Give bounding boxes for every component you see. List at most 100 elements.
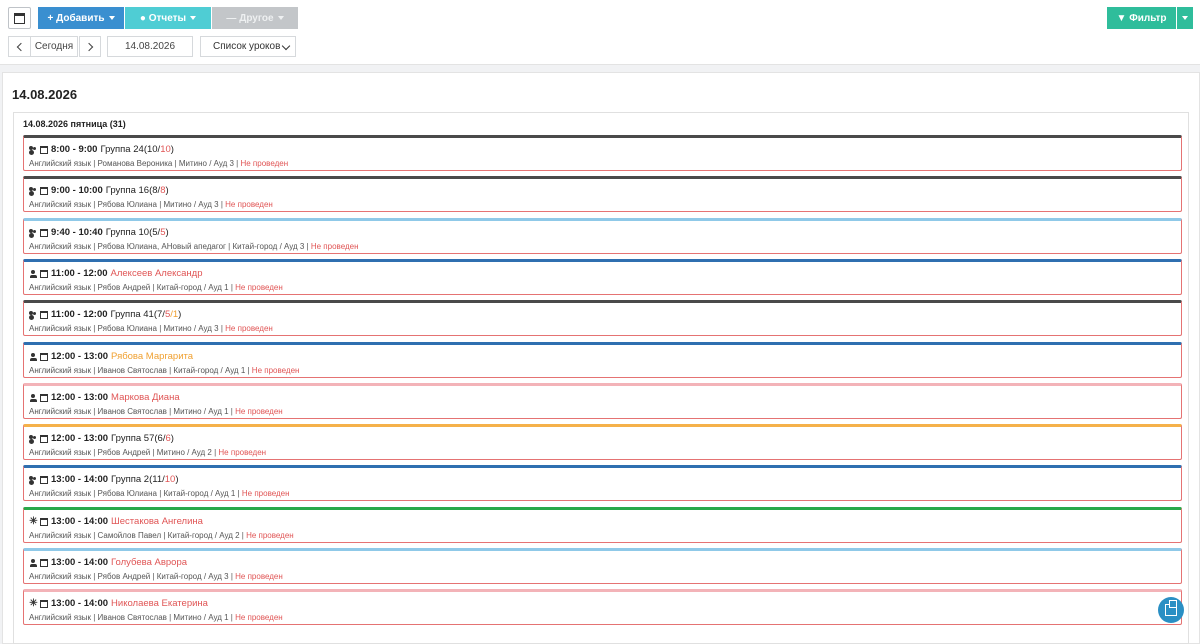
lesson-card[interactable]: 8:00 - 9:00 Группа 24 (10/10) Английский я… [23, 135, 1182, 171]
lesson-card[interactable]: 12:00 - 13:00 Рябова Маргарита Английский … [23, 342, 1182, 378]
next-day-button[interactable] [79, 36, 101, 57]
lesson-details-line: Английский язык | Рябов Андрей | Китай-г… [29, 283, 283, 292]
lesson-time: 12:00 - 13:00 [51, 433, 109, 444]
lesson-details: Английский язык | Рябова Юлиана | Китай-… [29, 489, 242, 498]
add-button[interactable]: + Добавить [38, 7, 124, 29]
calendar-icon [40, 145, 48, 154]
view-select-value: Список уроков [213, 41, 281, 52]
lesson-count-close: ) [178, 309, 182, 320]
lesson-status: Не проведен [310, 242, 359, 251]
lesson-title-line: 9:00 - 10:00 Группа 16 (8/8) [29, 185, 169, 196]
lesson-card[interactable]: 13:00 - 14:00 Голубева Аврора Английский я… [23, 548, 1182, 584]
chat-widget-button[interactable] [1158, 597, 1184, 623]
lesson-details: Английский язык | Иванов Святослав | Мит… [29, 407, 236, 416]
calendar-icon [40, 393, 48, 402]
add-button-label: Добавить [56, 12, 105, 24]
lesson-time: 11:00 - 12:00 [51, 309, 108, 320]
lesson-details: Английский язык | Самойлов Павел | Китай… [29, 531, 247, 540]
lesson-details-line: Английский язык | Рябова Юлиана | Митино… [29, 200, 273, 209]
lesson-status: Не проведен [251, 366, 300, 375]
lesson-details-line: Английский язык | Иванов Святослав | Кит… [29, 366, 299, 375]
lesson-count-open: (11/ [149, 474, 165, 485]
lesson-card[interactable]: 9:00 - 10:00 Группа 16 (8/8) Английский яз… [23, 176, 1182, 212]
lesson-status: Не проведен [235, 613, 283, 622]
lesson-card[interactable]: 9:40 - 10:40 Группа 10 (5/5) Английский яз… [23, 218, 1182, 254]
filter-dropdown-button[interactable] [1177, 7, 1193, 29]
caret-down-icon [190, 16, 197, 20]
lesson-time: 11:00 - 12:00 [51, 268, 108, 279]
lesson-time: 13:00 - 14:00 [51, 598, 109, 609]
page-title: 14.08.2026 [12, 87, 78, 102]
lesson-name[interactable]: Группа 57 [111, 433, 154, 444]
chart-icon: ● [139, 12, 149, 24]
lesson-count-close: ) [170, 433, 174, 444]
lesson-details-line: Английский язык | Иванов Святослав | Мит… [29, 407, 283, 416]
lesson-name[interactable]: Группа 16 [106, 185, 149, 196]
lesson-title-line: 12:00 - 13:00 Рябова Маргарита [29, 351, 193, 362]
lesson-details: Английский язык | Рябов Андрей | Китай-г… [29, 572, 236, 581]
lesson-card[interactable]: ✳ 13:00 - 14:00 Николаева Екатерина Английс… [23, 589, 1182, 625]
view-select[interactable]: Список уроков [200, 36, 296, 57]
calendar-icon [40, 269, 48, 278]
lesson-status: Не проведен [225, 324, 273, 333]
lesson-count-open: (6/ [154, 433, 166, 444]
caret-down-icon [277, 16, 284, 20]
filter-button[interactable]: ▼ Фильтр [1107, 7, 1176, 29]
lesson-title-line: 12:00 - 13:00 Группа 57 (6/6) [29, 433, 174, 444]
lesson-card[interactable]: 11:00 - 12:00 Группа 41 (7/5/1) Английский… [23, 300, 1182, 336]
lesson-details-line: Английский язык | Рябов Андрей | Китай-г… [29, 572, 283, 581]
lesson-name[interactable]: Группа 24 [100, 144, 143, 155]
lesson-status: Не проведен [235, 572, 283, 581]
lesson-name[interactable]: Группа 2 [111, 474, 149, 485]
chevron-down-icon [281, 41, 291, 51]
lesson-name[interactable]: Рябова Маргарита [111, 351, 193, 362]
lesson-count-close: ) [170, 144, 174, 155]
lesson-card[interactable]: 13:00 - 14:00 Группа 2 (11/10) Английский … [23, 465, 1182, 501]
lesson-count-close: ) [175, 474, 179, 485]
lesson-title-line: 9:40 - 10:40 Группа 10 (5/5) [29, 227, 169, 238]
lesson-status: Не проведен [235, 283, 283, 292]
lesson-card[interactable]: 11:00 - 12:00 Алексеев Александр Английски… [23, 259, 1182, 295]
reports-button[interactable]: ● Отчеты [125, 7, 211, 29]
day-header: 14.08.2026 пятница (31) [23, 119, 126, 129]
calendar-toggle-button[interactable] [8, 7, 31, 29]
group-icon [29, 145, 38, 154]
lesson-name[interactable]: Шестакова Ангелина [111, 516, 203, 527]
lesson-card[interactable]: 12:00 - 13:00 Маркова Диана Английский язы… [23, 383, 1182, 419]
caret-down-icon [1182, 16, 1188, 20]
lesson-name[interactable]: Николаева Екатерина [111, 598, 208, 609]
lesson-details: Английский язык | Романова Вероника | Ми… [29, 159, 241, 168]
lesson-details: Английский язык | Иванов Святослав | Мит… [29, 613, 236, 622]
lesson-name[interactable]: Голубева Аврора [111, 557, 187, 568]
calendar-icon [40, 475, 48, 484]
calendar-icon [40, 228, 48, 237]
lesson-details: Английский язык | Рябова Юлиана | Митино… [29, 200, 226, 209]
snowflake-icon: ✳ [29, 598, 38, 609]
chevron-right-icon [84, 42, 93, 51]
lesson-title-line: 13:00 - 14:00 Группа 2 (11/10) [29, 474, 179, 485]
lesson-card[interactable]: ✳ 13:00 - 14:00 Шестакова Ангелина Английск… [23, 507, 1182, 543]
lesson-time: 12:00 - 13:00 [51, 351, 109, 362]
lesson-card[interactable]: 12:00 - 13:00 Группа 57 (6/6) Английский я… [23, 424, 1182, 460]
date-input[interactable]: 14.08.2026 [107, 36, 193, 57]
lesson-details: Английский язык | Рябова Юлиана | Митино… [29, 324, 226, 333]
calendar-icon [40, 186, 48, 195]
chevron-left-icon [16, 42, 26, 51]
lesson-name[interactable]: Группа 41 [111, 309, 154, 320]
lesson-title-line: 11:00 - 12:00 Группа 41 (7/5/1) [29, 309, 181, 320]
lesson-details-line: Английский язык | Рябова Юлиана | Китай-… [29, 489, 290, 498]
lesson-name[interactable]: Маркова Диана [111, 392, 180, 403]
lesson-details: Английский язык | Рябов Андрей | Митино … [29, 448, 219, 457]
caret-down-icon [108, 16, 115, 20]
lesson-count-close: ) [165, 185, 169, 196]
filter-button-label: Фильтр [1129, 12, 1167, 24]
today-button[interactable]: Сегодня [30, 36, 78, 57]
lesson-title-line: 12:00 - 13:00 Маркова Диана [29, 392, 180, 403]
other-button[interactable]: — Другое [212, 7, 298, 29]
lesson-time: 8:00 - 9:00 [51, 144, 98, 155]
lesson-status: Не проведен [235, 407, 283, 416]
lesson-name[interactable]: Алексеев Александр [111, 268, 203, 279]
lesson-name[interactable]: Группа 10 [106, 227, 149, 238]
reports-button-label: Отчеты [148, 12, 187, 24]
prev-day-button[interactable] [8, 36, 30, 57]
